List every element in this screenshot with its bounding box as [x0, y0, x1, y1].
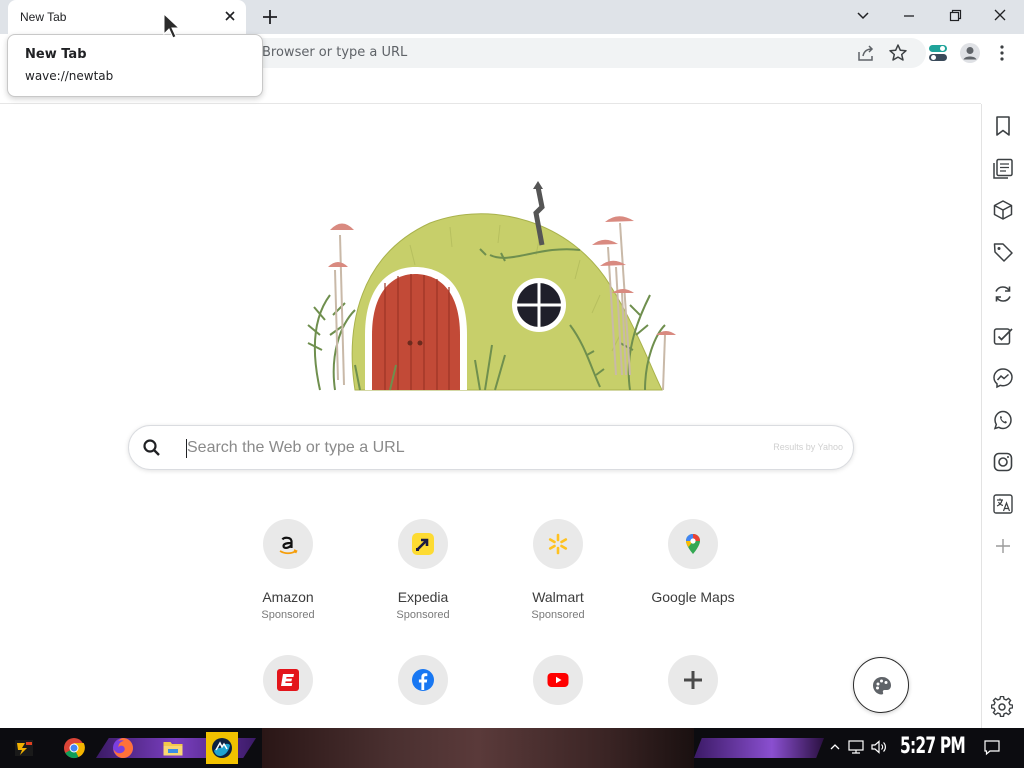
tab-new-tab[interactable]: New Tab [8, 0, 246, 34]
tile-sponsored-label: Sponsored [261, 609, 315, 621]
tile-sponsored-label: Sponsored [531, 609, 585, 621]
taskbar-decoration [694, 738, 824, 758]
youtube-icon [547, 673, 569, 687]
extensions-toggle-icon[interactable] [927, 42, 949, 64]
taskbar-decoration [262, 728, 694, 768]
tile-label: Google Maps [651, 589, 735, 605]
volume-icon[interactable] [870, 738, 888, 756]
shortcut-tile-google-maps[interactable]: Google Maps [638, 519, 748, 639]
tab-title: New Tab [20, 10, 67, 24]
palette-icon [873, 677, 891, 695]
tab-strip: New Tab [0, 0, 1024, 34]
add-icon[interactable] [992, 535, 1014, 557]
game-launcher-icon [15, 740, 33, 756]
walmart-icon [548, 533, 568, 555]
instagram-icon[interactable] [992, 451, 1014, 473]
mouse-cursor-icon [163, 12, 181, 39]
taskbar-app-file-explorer[interactable] [157, 732, 189, 764]
tile-icon-circle [668, 519, 718, 569]
menu-kebab-icon[interactable] [991, 42, 1013, 64]
tooltip-url: wave://newtab [25, 69, 114, 83]
taskbar-clock[interactable]: 5:27 PM [900, 734, 966, 759]
tile-icon-circle [398, 655, 448, 705]
gear-icon[interactable] [991, 696, 1013, 718]
taskbar-app-chrome[interactable] [58, 732, 90, 764]
add-shortcut-icon [684, 671, 702, 689]
bookmark-star-icon[interactable] [887, 42, 909, 64]
profile-avatar-icon[interactable] [959, 42, 981, 64]
taskbar-app-game-launcher[interactable] [8, 732, 40, 764]
package-icon[interactable] [992, 199, 1014, 221]
tile-icon-circle [263, 655, 313, 705]
notifications-icon[interactable] [983, 738, 1001, 756]
google-maps-icon [686, 534, 700, 554]
tile-label: Amazon [262, 589, 314, 605]
wave-browser-icon [212, 738, 232, 758]
show-hidden-icons-chevron-up-icon[interactable] [826, 738, 844, 756]
tile-icon-circle [263, 519, 313, 569]
customize-theme-button[interactable] [853, 657, 909, 713]
address-bar-text: Browser or type a URL [262, 45, 408, 60]
expedia-icon [412, 533, 434, 555]
tile-label: Expedia [397, 589, 449, 605]
web-search-box[interactable]: Results by Yahoo [128, 425, 854, 470]
tile-icon-circle [533, 655, 583, 705]
shortcut-tile-walmart[interactable]: Walmart Sponsored [503, 519, 613, 639]
tile-icon-circle [668, 655, 718, 705]
chrome-icon [64, 738, 85, 759]
close-window-icon[interactable] [988, 5, 1012, 27]
tile-sponsored-label: Sponsored [396, 609, 450, 621]
restore-icon[interactable] [943, 5, 967, 27]
taskbar-app-firefox[interactable] [107, 732, 139, 764]
tab-search-chevron-down-icon[interactable] [851, 5, 875, 27]
bookmark-icon[interactable] [992, 115, 1014, 137]
share-icon[interactable] [855, 42, 877, 64]
shortcut-tile-amazon[interactable]: Amazon Sponsored [233, 519, 343, 639]
search-provider-label: Results by Yahoo [773, 442, 843, 452]
taskbar: 5:27 PM [0, 728, 1024, 768]
espn-icon [277, 669, 299, 691]
file-explorer-icon [163, 742, 183, 756]
search-icon[interactable] [142, 438, 162, 458]
minimize-icon[interactable] [897, 5, 921, 27]
whatsapp-icon[interactable] [992, 409, 1014, 431]
tooltip-title: New Tab [25, 47, 87, 62]
close-tab-icon[interactable] [222, 8, 238, 24]
translate-icon[interactable] [992, 493, 1014, 515]
firefox-icon [113, 738, 133, 758]
taskbar-app-wave-browser[interactable] [206, 732, 238, 764]
search-input[interactable] [187, 435, 747, 461]
shortcut-tile-expedia[interactable]: Expedia Sponsored [368, 519, 478, 639]
network-icon[interactable] [847, 738, 865, 756]
reading-list-icon[interactable] [992, 157, 1014, 179]
sync-icon[interactable] [992, 283, 1014, 305]
tile-label: Walmart [532, 589, 584, 605]
tab-hover-tooltip: New Tab wave://newtab [7, 34, 263, 97]
tasks-icon[interactable] [992, 325, 1014, 347]
hobbit-house-illustration [307, 181, 676, 391]
divider [0, 103, 981, 104]
right-sidebar [981, 104, 1024, 728]
tile-icon-circle [398, 519, 448, 569]
new-tab-button[interactable] [259, 6, 281, 28]
tile-icon-circle [533, 519, 583, 569]
messenger-icon[interactable] [992, 367, 1014, 389]
amazon-icon [279, 536, 298, 555]
facebook-icon [412, 669, 434, 691]
price-tag-icon[interactable] [992, 241, 1014, 263]
